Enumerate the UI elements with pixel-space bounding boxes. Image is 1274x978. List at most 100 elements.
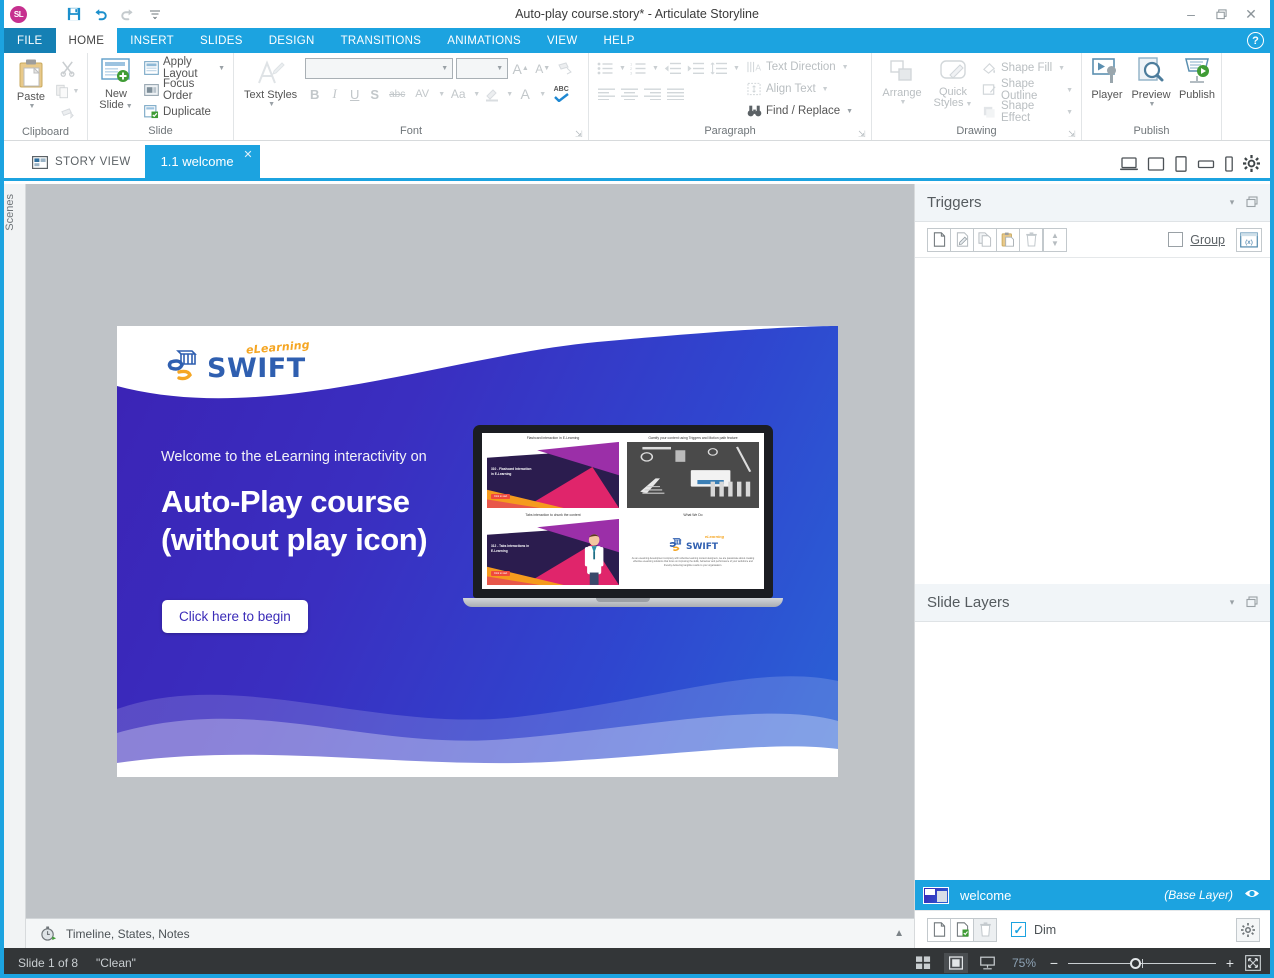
layer-properties-gear-icon[interactable] — [1236, 918, 1260, 942]
increase-indent-icon[interactable] — [684, 58, 706, 78]
font-name-input[interactable]: ▼ — [305, 58, 453, 79]
zoom-slider[interactable] — [1068, 956, 1216, 970]
text-direction-caret-icon[interactable]: ▼ — [842, 64, 849, 71]
triggers-collapse-caret-icon[interactable]: ▾ — [1222, 197, 1242, 208]
ribbon-tab-design[interactable]: DESIGN — [256, 28, 328, 53]
edit-trigger-button[interactable] — [950, 228, 974, 252]
shape-outline-caret-icon[interactable]: ▼ — [1066, 87, 1073, 94]
scenes-rail[interactable]: Scenes — [4, 184, 26, 948]
minimize-button[interactable]: – — [1176, 1, 1206, 27]
shape-fill-caret-icon[interactable]: ▼ — [1058, 65, 1065, 72]
align-center-icon[interactable] — [618, 84, 640, 104]
device-mobile-portrait-icon[interactable] — [1224, 156, 1234, 172]
ribbon-tab-view[interactable]: VIEW — [534, 28, 591, 53]
device-tablet-landscape-icon[interactable] — [1147, 157, 1165, 171]
customize-qat-icon[interactable] — [146, 6, 163, 23]
font-name-caret-icon[interactable]: ▼ — [441, 65, 448, 72]
player-button[interactable]: Player — [1086, 55, 1128, 103]
focus-order-button[interactable]: Focus Order — [140, 79, 229, 101]
story-view-button[interactable] — [912, 953, 936, 973]
new-layer-button[interactable] — [927, 918, 951, 942]
cut-button[interactable] — [54, 57, 80, 79]
decrease-indent-icon[interactable] — [661, 58, 683, 78]
manage-variables-button[interactable]: (x) — [1236, 228, 1262, 252]
italic-button[interactable]: I — [325, 84, 344, 104]
slide-view-button[interactable] — [944, 953, 968, 973]
new-slide-button[interactable]: New Slide▼ — [92, 55, 140, 114]
slide-layers-undock-icon[interactable] — [1242, 596, 1262, 610]
player-settings-gear-icon[interactable] — [1243, 155, 1260, 172]
find-replace-button[interactable]: Find / Replace ▼ — [743, 100, 857, 122]
slide-tab-welcome[interactable]: 1.1 welcome ✕ — [145, 145, 260, 178]
text-highlight-caret-icon[interactable]: ▼ — [503, 84, 514, 104]
arrange-button[interactable]: Arrange ▼ — [876, 55, 928, 108]
ribbon-tab-animations[interactable]: ANIMATIONS — [434, 28, 534, 53]
zoom-out-button[interactable]: − — [1048, 955, 1060, 971]
small-caps-button[interactable]: abc — [385, 84, 409, 104]
character-spacing-button[interactable]: AV — [410, 84, 434, 104]
triggers-list[interactable] — [915, 258, 1270, 584]
delete-layer-button[interactable] — [973, 918, 997, 942]
change-case-caret-icon[interactable]: ▼ — [470, 84, 481, 104]
timeline-collapse-icon[interactable]: ▲ — [894, 928, 904, 939]
font-dialog-launcher[interactable]: ⇲ — [575, 129, 585, 139]
slide-canvas-area[interactable]: SWIFT eLearning Welcome to the eLearning… — [26, 184, 914, 918]
presenter-view-button[interactable] — [976, 953, 1000, 973]
shape-fill-button[interactable]: Shape Fill ▼ — [978, 57, 1077, 79]
apply-layout-caret-icon[interactable]: ▼ — [218, 65, 225, 72]
publish-button[interactable]: Publish — [1174, 55, 1220, 103]
shape-outline-button[interactable]: Shape Outline ▼ — [978, 79, 1077, 101]
line-spacing-caret-icon[interactable]: ▼ — [730, 58, 741, 78]
fit-to-window-button[interactable] — [1244, 954, 1262, 972]
triggers-undock-icon[interactable] — [1242, 196, 1262, 210]
help-icon[interactable]: ? — [1247, 32, 1264, 49]
dim-checkbox[interactable]: ✓ — [1011, 922, 1026, 937]
underline-button[interactable]: U — [345, 84, 364, 104]
slide-cta-button[interactable]: Click here to begin — [162, 600, 308, 633]
text-styles-button[interactable]: Text Styles ▼ — [238, 55, 303, 110]
text-direction-button[interactable]: A Text Direction ▼ — [743, 56, 857, 78]
paste-button[interactable]: Paste ▼ — [8, 55, 54, 112]
ribbon-tab-help[interactable]: HELP — [591, 28, 648, 53]
slide-layers-collapse-caret-icon[interactable]: ▾ — [1222, 597, 1242, 608]
undo-icon[interactable] — [92, 6, 109, 23]
quick-styles-button[interactable]: Quick Styles▼ — [928, 55, 978, 112]
text-highlight-icon[interactable] — [482, 84, 502, 104]
move-trigger-button[interactable]: ▲ ▼ — [1043, 228, 1067, 252]
drawing-dialog-launcher[interactable]: ⇲ — [1068, 129, 1078, 139]
paste-trigger-button[interactable] — [996, 228, 1020, 252]
slide-layer-row-welcome[interactable]: welcome (Base Layer) — [915, 880, 1270, 910]
grow-font-button[interactable]: A▲ — [511, 59, 530, 79]
story-view-tab[interactable]: STORY VIEW — [4, 146, 145, 178]
character-spacing-caret-icon[interactable]: ▼ — [435, 84, 446, 104]
duplicate-button[interactable]: Duplicate — [140, 101, 229, 123]
close-tab-icon[interactable]: ✕ — [243, 148, 252, 161]
save-icon[interactable] — [65, 6, 82, 23]
align-left-icon[interactable] — [595, 84, 617, 104]
copy-button[interactable]: ▼ — [54, 80, 80, 102]
preview-caret-icon[interactable]: ▼ — [1149, 101, 1156, 108]
clear-formatting-icon[interactable] — [555, 59, 574, 79]
shrink-font-button[interactable]: A▼ — [533, 59, 552, 79]
font-color-caret-icon[interactable]: ▼ — [536, 84, 547, 104]
zoom-slider-handle[interactable] — [1130, 958, 1141, 969]
quick-styles-caret-icon[interactable]: ▼ — [966, 101, 973, 108]
strikethrough-button[interactable]: S — [365, 84, 384, 104]
format-painter-button[interactable] — [54, 103, 80, 125]
slide-surface[interactable]: SWIFT eLearning Welcome to the eLearning… — [117, 326, 838, 777]
new-slide-caret-icon[interactable]: ▼ — [126, 103, 133, 110]
preview-button[interactable]: Preview ▼ — [1128, 55, 1174, 110]
device-tablet-portrait-icon[interactable] — [1174, 156, 1188, 172]
shape-effect-button[interactable]: Shape Effect ▼ — [978, 101, 1077, 123]
apply-layout-button[interactable]: Apply Layout ▼ — [140, 57, 229, 79]
find-replace-caret-icon[interactable]: ▼ — [846, 108, 853, 115]
delete-trigger-button[interactable] — [1019, 228, 1043, 252]
restore-button[interactable] — [1206, 1, 1236, 27]
ribbon-tab-file[interactable]: FILE — [4, 28, 56, 53]
zoom-in-button[interactable]: + — [1224, 955, 1236, 971]
device-mobile-landscape-icon[interactable] — [1197, 158, 1215, 170]
redo-icon[interactable] — [119, 6, 136, 23]
font-size-caret-icon[interactable]: ▼ — [496, 65, 503, 72]
shape-effect-caret-icon[interactable]: ▼ — [1066, 109, 1073, 116]
numbering-icon[interactable]: 123 — [628, 58, 648, 78]
